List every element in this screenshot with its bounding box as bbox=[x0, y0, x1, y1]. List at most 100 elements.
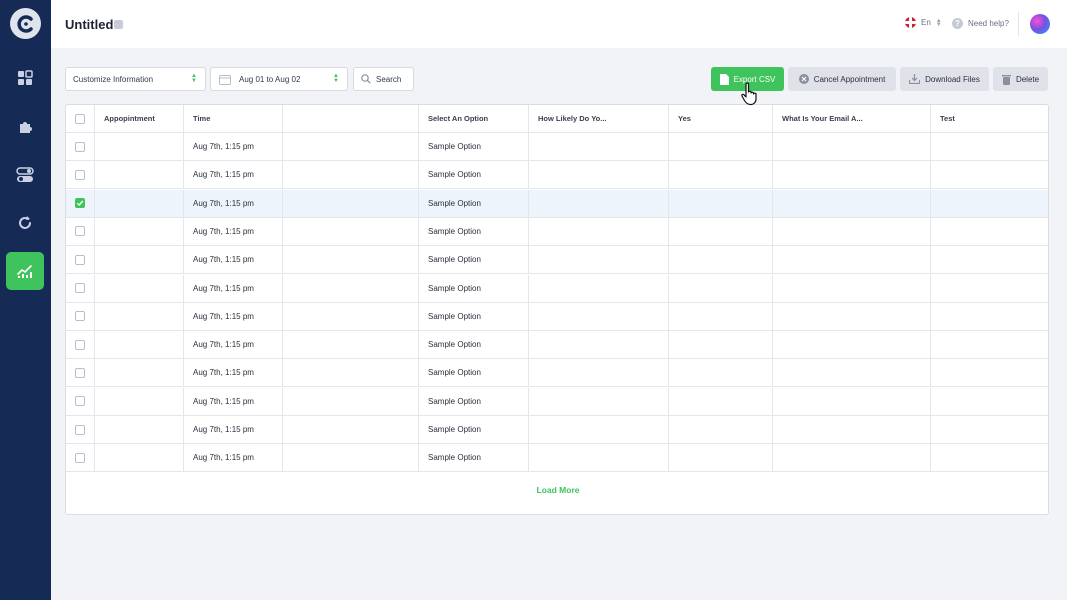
row-checkbox-cell bbox=[66, 274, 95, 302]
app-logo[interactable] bbox=[10, 8, 41, 39]
table-header-row: Appopintment Time Select An Option How L… bbox=[66, 105, 1048, 133]
table-cell bbox=[283, 217, 419, 245]
table-row[interactable]: Aug 7th, 1:15 pm Sample Option bbox=[66, 359, 1048, 388]
row-checkbox[interactable] bbox=[75, 339, 85, 350]
row-checkbox[interactable] bbox=[75, 169, 85, 180]
table-cell bbox=[773, 246, 931, 274]
column-header[interactable]: How Likely Do Yo... bbox=[529, 105, 669, 132]
option-cell: Sample Option bbox=[419, 444, 529, 472]
select-arrows-icon: ▲ ▼ bbox=[333, 73, 339, 84]
search-placeholder: Search bbox=[376, 74, 402, 84]
page-title[interactable]: Untitled bbox=[65, 17, 113, 32]
select-arrows-icon: ▲ ▼ bbox=[191, 73, 197, 84]
header-divider bbox=[1018, 12, 1019, 36]
column-header[interactable]: Time bbox=[184, 105, 283, 132]
row-checkbox[interactable] bbox=[75, 452, 85, 463]
table-cell bbox=[529, 274, 669, 302]
column-header[interactable]: Test bbox=[931, 105, 1048, 132]
download-icon bbox=[909, 74, 921, 84]
column-header[interactable] bbox=[283, 105, 419, 132]
table-cell bbox=[283, 246, 419, 274]
row-checkbox[interactable] bbox=[75, 424, 85, 435]
table-cell bbox=[931, 218, 1048, 245]
sidebar-item-dashboard[interactable] bbox=[6, 59, 44, 97]
column-header[interactable]: Select An Option bbox=[419, 105, 529, 132]
language-label: En bbox=[921, 18, 931, 27]
checkmark-icon bbox=[76, 200, 84, 207]
table-row[interactable]: Aug 7th, 1:15 pm Sample Option bbox=[66, 416, 1048, 444]
row-checkbox[interactable] bbox=[75, 396, 85, 407]
customize-information-select[interactable]: Customize Information ▲ ▼ bbox=[65, 67, 206, 91]
load-more-link[interactable]: Load More bbox=[66, 485, 1048, 495]
date-range-select[interactable]: Aug 01 to Aug 02 ▲ ▼ bbox=[210, 67, 348, 91]
select-all-cell bbox=[66, 105, 95, 132]
table-cell bbox=[283, 387, 419, 415]
option-cell: Sample Option bbox=[419, 274, 529, 302]
delete-label: Delete bbox=[1015, 74, 1040, 84]
time-cell: Aug 7th, 1:15 pm bbox=[184, 189, 283, 217]
row-checkbox[interactable] bbox=[75, 254, 85, 265]
edit-title-icon[interactable] bbox=[114, 20, 123, 29]
row-checkbox[interactable] bbox=[75, 226, 85, 237]
table-row[interactable]: Aug 7th, 1:15 pm Sample Option bbox=[66, 387, 1048, 416]
table-cell bbox=[669, 246, 773, 274]
column-header[interactable]: Yes bbox=[669, 105, 773, 132]
table-cell bbox=[931, 161, 1048, 188]
table-cell bbox=[773, 387, 931, 415]
table-cell bbox=[669, 331, 773, 359]
row-checkbox[interactable] bbox=[75, 367, 85, 378]
row-checkbox-cell bbox=[66, 302, 95, 330]
table-cell bbox=[773, 217, 931, 245]
table-cell bbox=[669, 444, 773, 472]
column-header[interactable]: What Is Your Email A... bbox=[773, 105, 931, 132]
table-row[interactable]: Aug 7th, 1:15 pm Sample Option bbox=[66, 331, 1048, 360]
help-link[interactable]: ? Need help? bbox=[952, 18, 1009, 29]
uk-flag-icon bbox=[905, 17, 916, 28]
table-cell bbox=[931, 331, 1048, 358]
option-cell: Sample Option bbox=[419, 189, 529, 217]
row-checkbox[interactable] bbox=[75, 198, 85, 209]
download-files-button[interactable]: Download Files bbox=[900, 67, 989, 91]
table-row[interactable]: Aug 7th, 1:15 pm Sample Option bbox=[66, 189, 1048, 218]
table-row[interactable]: Aug 7th, 1:15 pm Sample Option bbox=[66, 161, 1048, 190]
table-cell bbox=[773, 444, 931, 472]
search-box[interactable]: Search bbox=[353, 67, 414, 91]
row-checkbox[interactable] bbox=[75, 311, 85, 322]
row-checkbox-cell bbox=[66, 331, 95, 359]
sidebar-item-analytics[interactable] bbox=[6, 252, 44, 290]
row-checkbox-cell bbox=[66, 161, 95, 189]
row-checkbox-cell bbox=[66, 189, 95, 217]
table-cell bbox=[931, 388, 1048, 415]
sidebar-item-settings[interactable] bbox=[6, 156, 44, 194]
delete-button[interactable]: Delete bbox=[993, 67, 1048, 91]
column-header[interactable]: Appopintment bbox=[95, 105, 184, 132]
table-row[interactable]: Aug 7th, 1:15 pm Sample Option bbox=[66, 444, 1048, 473]
user-avatar[interactable] bbox=[1030, 14, 1050, 34]
language-selector[interactable]: En ▲ ▼ bbox=[905, 17, 942, 28]
row-checkbox[interactable] bbox=[75, 283, 85, 293]
sidebar-item-integrations[interactable] bbox=[6, 108, 44, 146]
table-cell bbox=[773, 331, 931, 359]
time-cell: Aug 7th, 1:15 pm bbox=[184, 246, 283, 274]
cancel-icon bbox=[798, 74, 809, 84]
date-range-value: Aug 01 to Aug 02 bbox=[239, 74, 301, 84]
table-row[interactable]: Aug 7th, 1:15 pm Sample Option bbox=[66, 274, 1048, 303]
table-row[interactable]: Aug 7th, 1:15 pm Sample Option bbox=[66, 133, 1048, 161]
table-row[interactable]: Aug 7th, 1:15 pm Sample Option bbox=[66, 246, 1048, 275]
table-cell bbox=[931, 133, 1048, 160]
select-all-checkbox[interactable] bbox=[75, 113, 85, 124]
row-checkbox[interactable] bbox=[75, 141, 85, 152]
table-row[interactable]: Aug 7th, 1:15 pm Sample Option bbox=[66, 302, 1048, 331]
table-cell bbox=[773, 302, 931, 330]
row-checkbox-cell bbox=[66, 246, 95, 274]
table-cell bbox=[931, 444, 1048, 471]
table-row[interactable]: Aug 7th, 1:15 pm Sample Option bbox=[66, 217, 1048, 246]
top-header: Untitled En ▲ ▼ ? Need help? bbox=[51, 0, 1067, 48]
table-cell bbox=[95, 217, 184, 245]
cancel-appointment-button[interactable]: Cancel Appointment bbox=[788, 67, 896, 91]
table-cell bbox=[283, 302, 419, 330]
search-icon bbox=[361, 74, 371, 84]
sidebar-item-sync[interactable] bbox=[6, 204, 44, 242]
row-checkbox-cell bbox=[66, 359, 95, 387]
table-cell bbox=[95, 161, 184, 189]
